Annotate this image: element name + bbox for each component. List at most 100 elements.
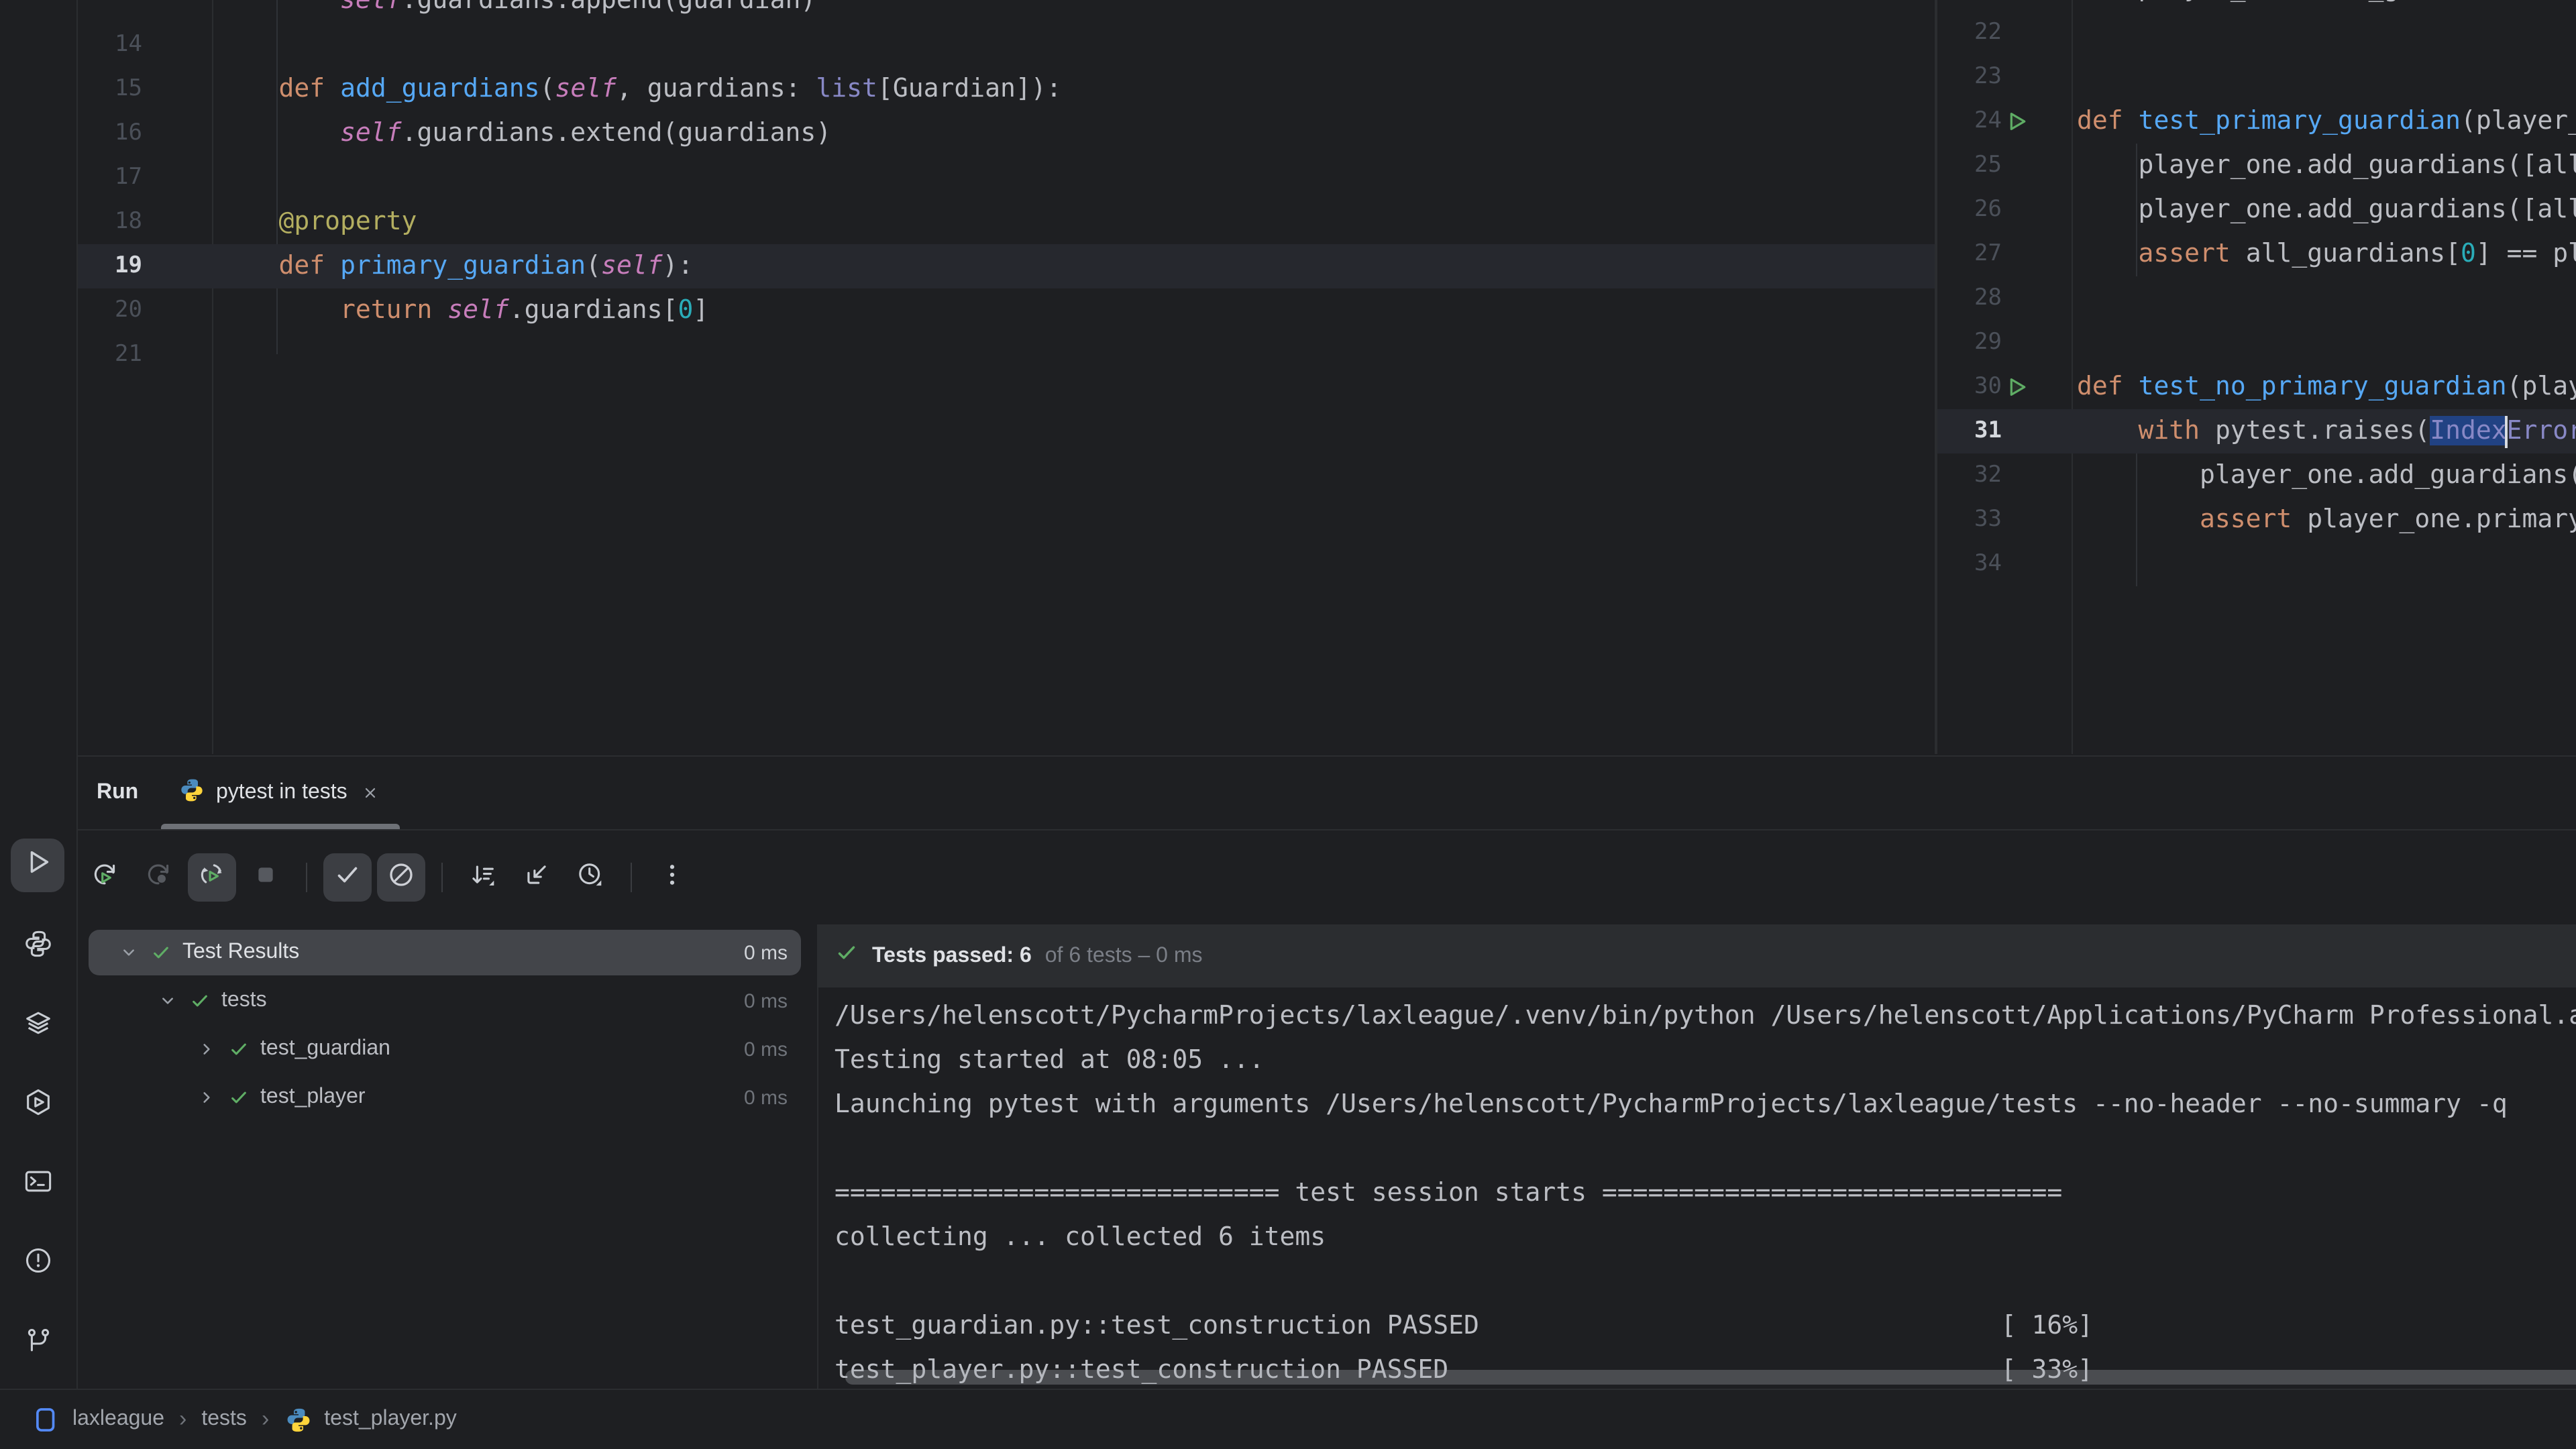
code-line[interactable]: 18 @property [78, 200, 1935, 244]
run-configuration-tab[interactable]: pytest in tests [161, 757, 400, 829]
line-number[interactable]: 27 [1937, 232, 2002, 276]
code-text: self.guardians.extend(guardians) [217, 111, 831, 156]
show-ignored-button[interactable] [377, 853, 425, 902]
code-line[interactable]: 28 [1937, 276, 2576, 321]
chevron-right-icon[interactable] [196, 1087, 217, 1108]
stripe-item-python-console[interactable] [11, 920, 64, 974]
test-tree-row[interactable]: test_player0 ms [78, 1073, 817, 1122]
rerun-failed-tests-button[interactable] [134, 853, 182, 902]
line-number[interactable]: 28 [1937, 276, 2002, 321]
line-number[interactable]: 29 [1937, 321, 2002, 365]
run-toolbar [78, 830, 2576, 924]
breadcrumb-item[interactable]: tests [201, 1407, 247, 1432]
line-number[interactable]: 25 [1937, 144, 2002, 188]
import-tests-button[interactable] [513, 853, 561, 902]
chevron-right-icon[interactable] [196, 1038, 217, 1060]
line-number[interactable]: 16 [78, 111, 142, 156]
line-number[interactable]: 23 [1937, 55, 2002, 99]
code-line[interactable]: 20 return self.guardians[0] [78, 288, 1935, 333]
code-line[interactable]: 22 [1937, 11, 2576, 55]
stripe-item-python-packages[interactable] [11, 1000, 64, 1053]
code-text: player_one, all_guardians [2077, 0, 2522, 11]
rerun-tests-button[interactable] [80, 853, 129, 902]
clock-icon [576, 859, 605, 896]
line-number[interactable]: 34 [1937, 542, 2002, 586]
code-line[interactable]: self.guardians.append(guardian) [78, 0, 1935, 23]
run-test-icon[interactable] [2004, 109, 2030, 134]
test-tree-row[interactable]: Test Results0 ms [78, 928, 817, 977]
code-line[interactable]: 24def test_primary_guardian(player_one, … [1937, 99, 2576, 144]
code-line[interactable]: 25 player_one.add_guardians([all_guardia… [1937, 144, 2576, 188]
code-text: def primary_guardian(self): [217, 244, 693, 288]
line-number[interactable]: 32 [1937, 453, 2002, 498]
run-tab-row: Run pytest in tests [78, 757, 2576, 830]
line-number[interactable]: 18 [78, 200, 142, 244]
console-output[interactable]: /Users/helenscott/PycharmProjects/laxlea… [835, 994, 2576, 1390]
sort-by-duration-button[interactable] [459, 853, 507, 902]
check-icon [333, 859, 362, 896]
code-text: def add_guardians(self, guardians: list[… [217, 67, 1062, 111]
code-line[interactable]: 31 with pytest.raises(IndexError): [1937, 409, 2576, 453]
line-number[interactable]: 24 [1937, 99, 2002, 144]
code-line[interactable]: 27 assert all_guardians[0] == player_one… [1937, 232, 2576, 276]
code-line[interactable]: 26 player_one.add_guardians([all_guardia… [1937, 188, 2576, 232]
test-tree-row[interactable]: tests0 ms [78, 977, 817, 1025]
rerun-auto-icon [197, 859, 227, 896]
line-number[interactable]: 31 [1937, 409, 2002, 453]
stop-button[interactable] [241, 853, 290, 902]
line-number[interactable]: 19 [78, 244, 142, 288]
toggle-auto-test-button[interactable] [188, 853, 236, 902]
code-line[interactable]: 30 def test_no_primary_guardian(player_on… [1937, 365, 2576, 409]
code-text: def test_no_primary_guardian(player_one)… [2077, 365, 2576, 409]
line-number[interactable]: 33 [1937, 498, 2002, 542]
code-line[interactable]: 16 self.guardians.extend(guardians) [78, 111, 1935, 156]
line-number[interactable]: 20 [78, 288, 142, 333]
tests-passed-icon [835, 941, 859, 971]
breadcrumb-label: laxleague [72, 1407, 164, 1432]
python-icon [22, 928, 53, 966]
stripe-item-terminal[interactable] [11, 1158, 64, 1212]
stripe-item-version-control[interactable] [11, 1318, 64, 1371]
editor-pane-test-player-py[interactable]: player_one, all_guardians222324def test_… [1937, 0, 2576, 754]
chevron-down-icon[interactable] [118, 942, 140, 963]
line-number[interactable]: 14 [78, 23, 142, 67]
code-line[interactable]: 32 player_one.add_guardians([]) [1937, 453, 2576, 498]
problems-icon [22, 1245, 53, 1283]
code-line[interactable]: 14 [78, 23, 1935, 67]
code-line[interactable]: 19 def primary_guardian(self): [78, 244, 1935, 288]
breadcrumb-item[interactable]: test_player.py [284, 1405, 456, 1434]
stripe-item-run-tool-window[interactable] [11, 839, 64, 892]
rerun-icon [90, 859, 119, 896]
test-tree-row[interactable]: test_guardian0 ms [78, 1025, 817, 1073]
code-line[interactable]: 33 assert player_one.primary_guardian [1937, 498, 2576, 542]
close-tab-icon[interactable] [358, 781, 382, 805]
code-line[interactable]: 29 [1937, 321, 2576, 365]
import-icon [522, 859, 551, 896]
test-duration: 0 ms [744, 1086, 788, 1109]
console-horizontal-scrollbar[interactable] [845, 1370, 2576, 1385]
breadcrumb-item[interactable]: laxleague [32, 1405, 164, 1434]
code-line[interactable]: 17 [78, 156, 1935, 200]
stripe-item-services[interactable] [11, 1079, 64, 1132]
test-passed-icon [228, 1087, 250, 1108]
line-number[interactable]: 17 [78, 156, 142, 200]
run-tool-window-title: Run [97, 781, 138, 805]
run-test-icon[interactable] [2004, 374, 2030, 400]
line-number[interactable]: 21 [78, 333, 142, 377]
more-options-button[interactable] [648, 853, 696, 902]
line-number[interactable]: 22 [1937, 11, 2002, 55]
run-tool-window: Run pytest in tests Test Results0 mstest… [78, 755, 2576, 1390]
editor-pane-player-py[interactable]: self.guardians.append(guardian)1415 def … [78, 0, 1935, 754]
code-line[interactable]: 21 [78, 333, 1935, 377]
code-line[interactable]: player_one, all_guardians [1937, 0, 2576, 11]
line-number[interactable]: 30 [1937, 365, 2002, 409]
chevron-down-icon[interactable] [157, 990, 178, 1012]
stripe-item-problems[interactable] [11, 1237, 64, 1291]
code-line[interactable]: 34 [1937, 542, 2576, 586]
test-history-button[interactable] [566, 853, 614, 902]
show-passed-button[interactable] [323, 853, 372, 902]
line-number[interactable]: 26 [1937, 188, 2002, 232]
code-line[interactable]: 23 [1937, 55, 2576, 99]
code-line[interactable]: 15 def add_guardians(self, guardians: li… [78, 67, 1935, 111]
line-number[interactable]: 15 [78, 67, 142, 111]
